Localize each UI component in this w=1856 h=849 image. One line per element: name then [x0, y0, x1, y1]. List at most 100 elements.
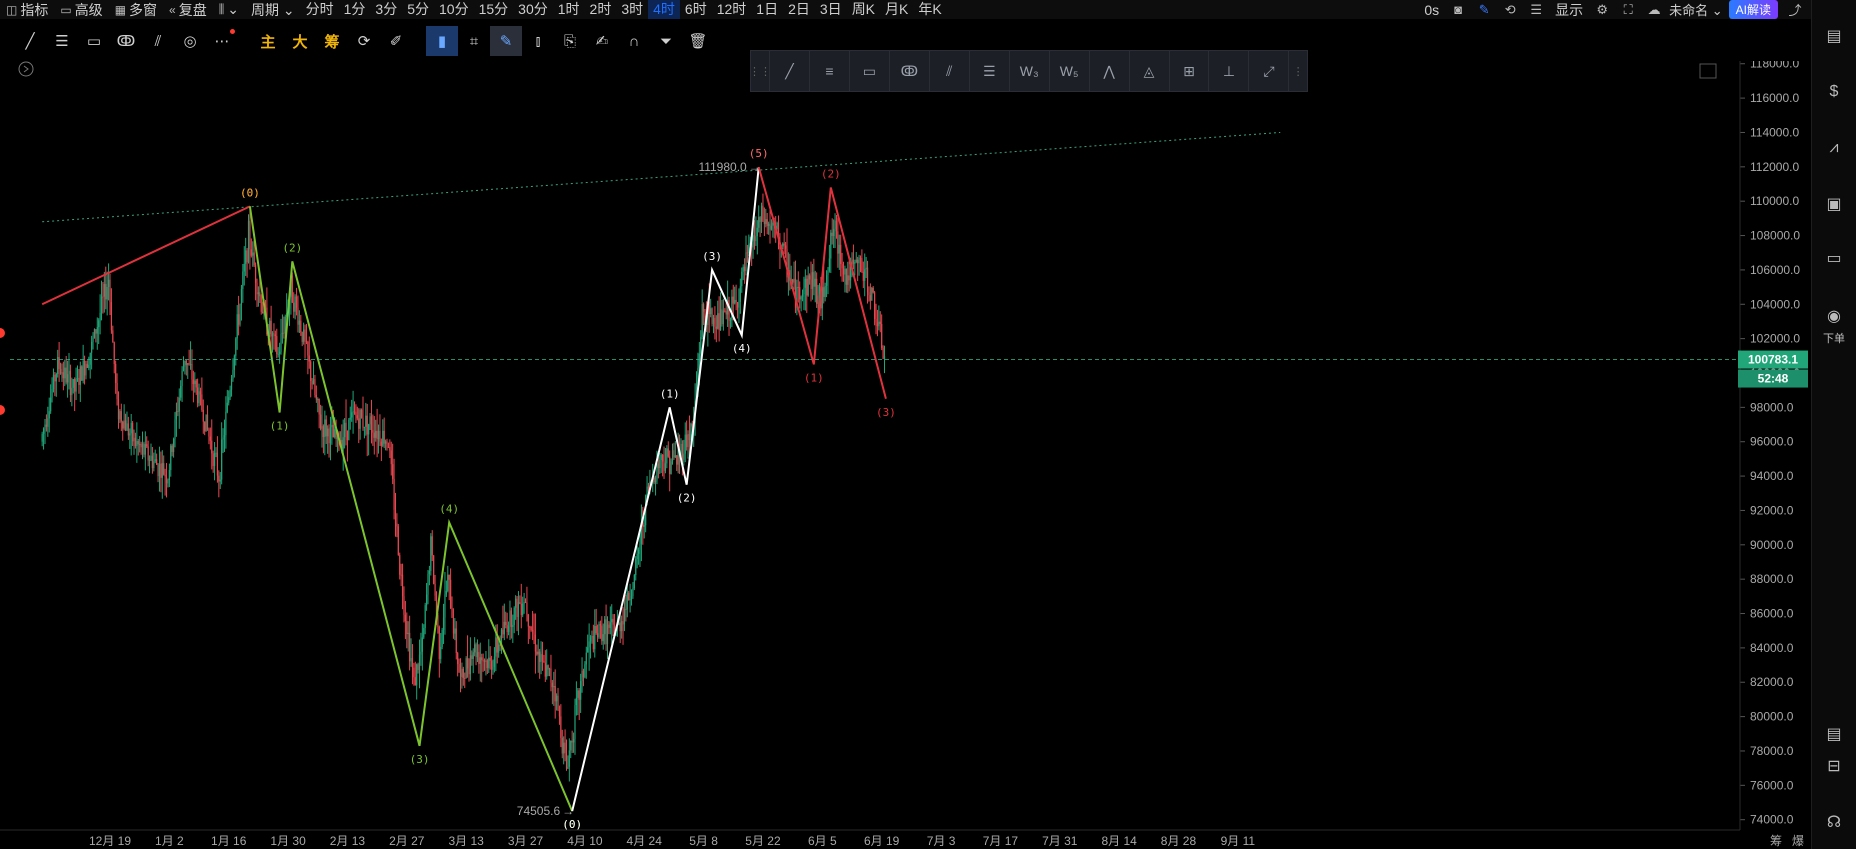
candle-body — [67, 374, 69, 383]
clipboard-icon[interactable]: ⎘ — [554, 26, 586, 56]
advanced-button[interactable]: ▭ 高级 — [54, 0, 108, 19]
candle-icon[interactable]: ⫾ — [522, 26, 554, 56]
more-icon[interactable]: ⋯ — [206, 26, 238, 56]
headset-icon[interactable]: ☊ — [1820, 808, 1848, 836]
candle-body — [468, 668, 470, 675]
timeframe-18[interactable]: 年K — [913, 0, 946, 19]
news-icon[interactable]: ▤ — [1820, 720, 1848, 748]
big-order-button[interactable]: 大 — [284, 26, 316, 56]
pitchfork-icon[interactable]: ↂ — [890, 51, 930, 91]
candle-body — [327, 428, 329, 437]
candle-body — [647, 486, 650, 490]
ray-icon[interactable]: ⤢ — [1249, 51, 1290, 91]
cloud-icon[interactable]: ☁ — [1641, 2, 1667, 18]
drag-handle-icon[interactable]: ⋮⋮ — [749, 51, 771, 91]
period-button[interactable]: 周期 ⌄ — [245, 0, 301, 19]
candle-body — [363, 426, 365, 428]
timeframe-14[interactable]: 2日 — [783, 0, 815, 19]
indicator-button[interactable]: ◫ 指标 — [0, 0, 54, 19]
settings-icon[interactable]: ⚙ — [1589, 2, 1615, 18]
monitor-icon[interactable]: ▣ — [1820, 190, 1848, 218]
main-indicator-button[interactable]: 主 — [252, 26, 284, 56]
timeframe-4[interactable]: 10分 — [434, 0, 474, 19]
price-range-icon[interactable]: ⊥ — [1209, 51, 1250, 91]
candle-body — [673, 450, 675, 458]
trend-line-icon[interactable]: ╱ — [770, 51, 810, 91]
replay-button[interactable]: «复盘 — [163, 0, 213, 19]
timeframe-6[interactable]: 30分 — [513, 0, 553, 19]
filter-icon[interactable]: ⏷ — [650, 26, 682, 56]
parallel-channel-icon[interactable]: ☰ — [46, 26, 78, 56]
candle-body — [729, 320, 732, 322]
pattern-abc-icon[interactable]: ⋀ — [1090, 51, 1130, 91]
ai-interpret-button[interactable]: AI解读 — [1728, 0, 1778, 19]
order-label[interactable]: 下单 — [1812, 330, 1856, 346]
price-chart[interactable]: (0)(0)(1)(2)(3)(4)(0)(0)(1)(2)(3)(4)(5)(… — [0, 0, 1856, 849]
timeframe-3[interactable]: 5分 — [402, 0, 434, 19]
line-tool-icon[interactable]: ╱ — [14, 26, 46, 56]
candle-body — [144, 444, 146, 455]
magnet-icon[interactable]: ∩ — [618, 26, 650, 56]
timeframe-8[interactable]: 2时 — [585, 0, 617, 19]
draw-mode-icon[interactable]: ✎ — [490, 26, 522, 56]
camera-icon[interactable]: ◙ — [1445, 2, 1471, 17]
order-icon[interactable]: ◉ — [1820, 302, 1848, 330]
menu-icon[interactable]: ☰ — [1523, 2, 1549, 18]
timeframe-17[interactable]: 月K — [880, 0, 913, 19]
timeframe-9[interactable]: 3时 — [616, 0, 648, 19]
card-icon[interactable]: ▭ — [1820, 244, 1848, 272]
chip-distribution-button[interactable]: 筹 — [316, 26, 348, 56]
note-icon[interactable]: ✍ — [586, 26, 618, 56]
brush-icon[interactable]: ✐ — [380, 26, 412, 56]
candle-body — [62, 372, 64, 379]
rectangle-icon[interactable]: ▭ — [850, 51, 890, 91]
candle-body — [123, 420, 125, 429]
ruler-icon[interactable]: ⌗ — [458, 26, 490, 56]
pattern-icon[interactable]: ↂ — [110, 26, 142, 56]
timeframe-7[interactable]: 1时 — [553, 0, 585, 19]
candle-body — [209, 436, 211, 441]
candle-body — [161, 463, 163, 478]
dollar-icon[interactable]: $ — [1820, 78, 1848, 106]
measure-icon[interactable]: ⊞ — [1170, 51, 1210, 91]
parallel-icon[interactable]: ⫽ — [930, 51, 970, 91]
candle-body — [92, 337, 94, 342]
layout-name-dropdown[interactable]: 未命名 ⌄ — [1667, 0, 1725, 19]
fib-icon[interactable]: ⫽ — [142, 26, 174, 56]
candle-body — [257, 292, 259, 295]
layout-icon[interactable]: ⊟ — [1820, 752, 1848, 780]
candle-body — [247, 220, 250, 263]
timeframe-16[interactable]: 周K — [847, 0, 880, 19]
pen-icon[interactable]: ✎ — [1471, 2, 1497, 18]
display-button[interactable]: 显示 — [1549, 0, 1589, 19]
timeframe-11[interactable]: 6时 — [680, 0, 712, 19]
timeframe-0[interactable]: 分时 — [301, 0, 339, 19]
chart-type-button[interactable]: ⫼ ⌄ — [213, 0, 245, 19]
replay-icon[interactable]: ⟲ — [1497, 2, 1523, 18]
trash-icon[interactable]: 🗑 — [682, 26, 714, 56]
timeframe-5[interactable]: 15分 — [474, 0, 514, 19]
timeframe-13[interactable]: 1日 — [751, 0, 783, 19]
fullscreen-icon[interactable]: ⛶ — [1615, 2, 1641, 18]
wave-w3-icon[interactable]: W₃ — [1010, 51, 1050, 91]
candle-body — [653, 477, 655, 483]
share-icon[interactable]: ⤴ — [1782, 0, 1808, 19]
timeframe-1[interactable]: 1分 — [339, 0, 371, 19]
candle-body — [604, 619, 606, 635]
document-icon[interactable]: ▤ — [1820, 22, 1848, 50]
horizontal-lines-icon[interactable]: ≡ — [810, 51, 850, 91]
multi-window-button[interactable]: ▦ 多窗 — [109, 0, 163, 19]
sync-icon[interactable]: ⟳ — [348, 26, 380, 56]
timeframe-2[interactable]: 3分 — [370, 0, 402, 19]
fib-levels-icon[interactable]: ☰ — [970, 51, 1010, 91]
timeframe-15[interactable]: 3日 — [815, 0, 847, 19]
shape-icon[interactable]: ◬ — [1130, 51, 1170, 91]
circle-icon[interactable]: ◎ — [174, 26, 206, 56]
drag-handle-right-icon[interactable]: ⋮ — [1289, 51, 1307, 91]
wave-w5-icon[interactable]: W₅ — [1050, 51, 1090, 91]
bookmark-icon[interactable]: ▮ — [426, 26, 458, 56]
chart-analysis-icon[interactable]: ⩘ — [1820, 134, 1848, 162]
timeframe-12[interactable]: 12时 — [712, 0, 752, 19]
rectangle-icon[interactable]: ▭ — [78, 26, 110, 56]
timeframe-10[interactable]: 4时 — [648, 0, 680, 19]
